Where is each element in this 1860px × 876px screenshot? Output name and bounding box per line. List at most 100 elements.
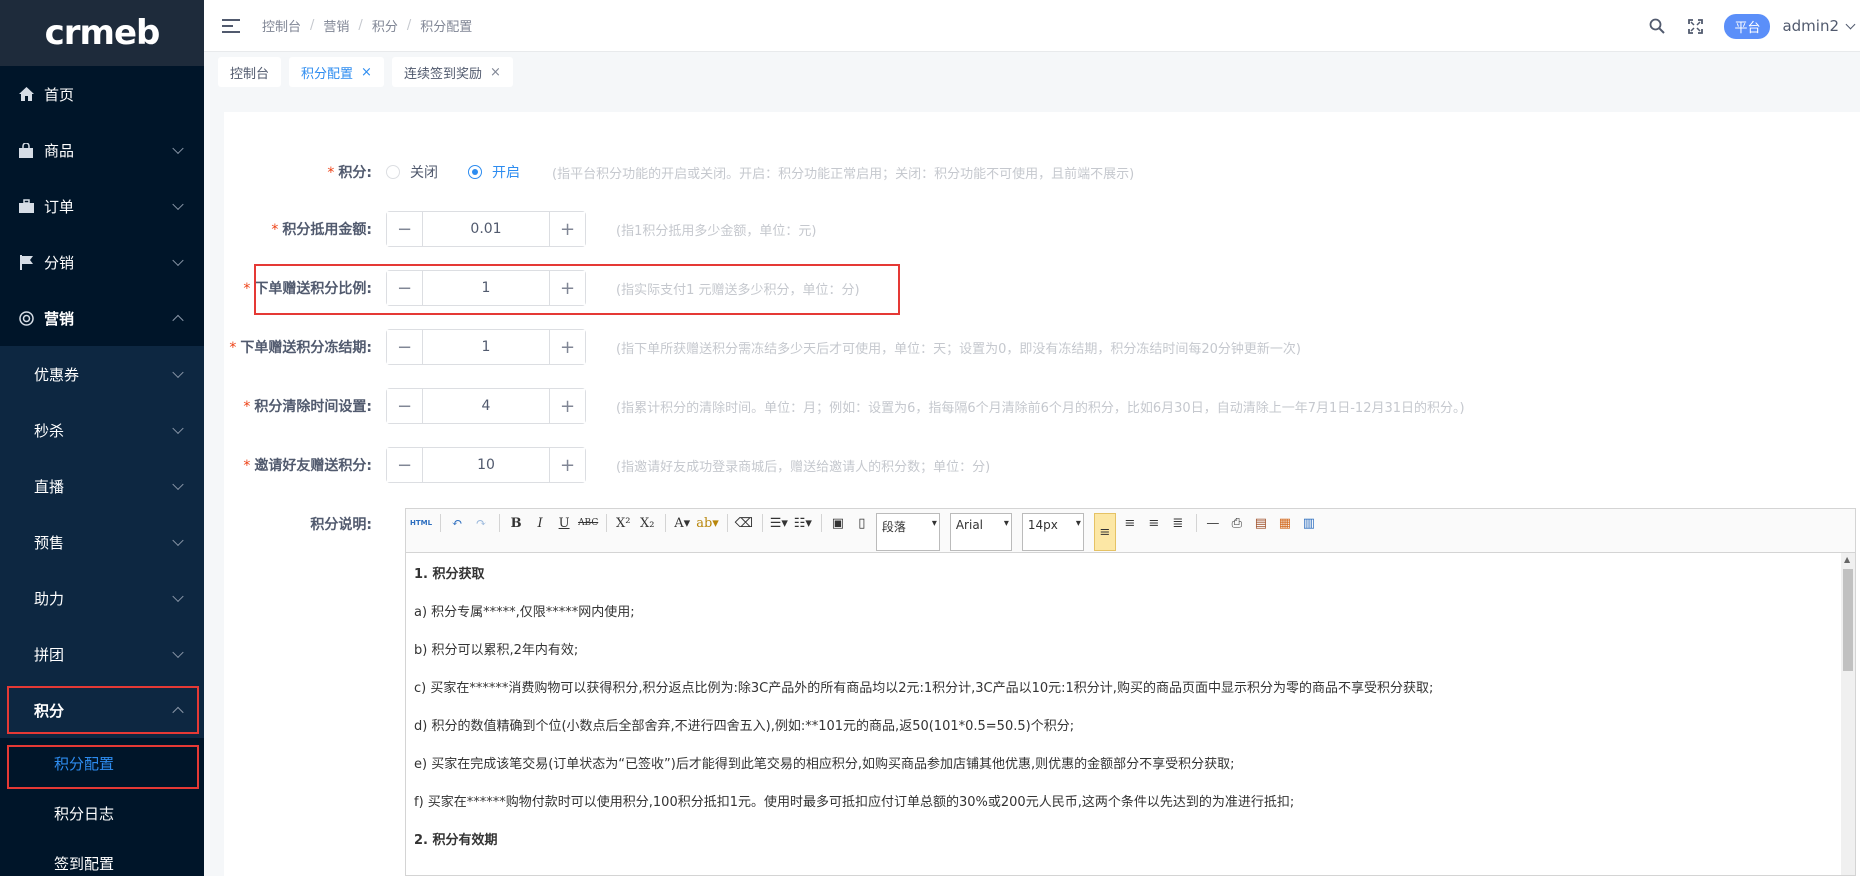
sidebar-item-group-buy[interactable]: 拼团: [0, 626, 204, 682]
user-menu[interactable]: admin2: [1782, 17, 1856, 35]
format-icon[interactable]: ▣: [828, 513, 848, 533]
breadcrumb-item[interactable]: 营销: [323, 16, 349, 35]
align-center-icon[interactable]: ≡: [1120, 513, 1140, 533]
eraser-icon[interactable]: ⌫: [734, 513, 754, 533]
username: admin2: [1782, 17, 1839, 35]
plus-button[interactable]: +: [549, 212, 585, 246]
select-value: Arial: [955, 518, 984, 532]
points-submenu: 积分配置 积分日志 签到配置: [0, 738, 204, 876]
home-icon: [18, 86, 34, 102]
breadcrumb-item[interactable]: 控制台: [262, 16, 301, 35]
top-header: 控制台 / 营销 / 积分 / 积分配置 平台 admin2: [204, 0, 1860, 52]
strikethrough-icon[interactable]: ABC: [578, 513, 598, 533]
sidebar-item-orders[interactable]: 订单: [0, 178, 204, 234]
tab-dashboard[interactable]: 控制台: [218, 57, 282, 87]
breadcrumb-item: 积分配置: [420, 20, 473, 35]
sidebar-item-marketing[interactable]: 营销: [0, 290, 204, 346]
form-hint: (指下单所获赠送积分需冻结多少天后才可使用，单位：天；设置为0，即没有冻结期，积…: [616, 341, 1301, 357]
plus-button[interactable]: +: [549, 271, 585, 305]
platform-badge[interactable]: 平台: [1724, 13, 1771, 39]
underline-icon[interactable]: U: [554, 513, 574, 533]
sidebar: crmeb 首页 商品 订单 分销 营销 优惠券 秒杀 直播 预售 助力 拼团 …: [0, 0, 204, 876]
stepper-value[interactable]: 0.01: [423, 212, 549, 246]
html-source-button[interactable]: HTML: [410, 513, 432, 533]
sidebar-item-home[interactable]: 首页: [0, 66, 204, 122]
paste-icon[interactable]: ▤: [1251, 513, 1271, 533]
close-icon[interactable]: ×: [490, 65, 501, 80]
menu-toggle-icon[interactable]: [222, 18, 240, 33]
sidebar-item-label: 积分日志: [54, 804, 115, 823]
scroll-up-icon[interactable]: ▲: [1844, 555, 1850, 564]
stepper-value[interactable]: 4: [423, 389, 549, 423]
radio-on[interactable]: 开启: [468, 162, 520, 182]
minus-button[interactable]: −: [387, 212, 423, 246]
print-icon[interactable]: ⎙: [1227, 513, 1247, 533]
radio-off[interactable]: 关闭: [386, 162, 438, 182]
flag-icon: [18, 254, 34, 270]
align-right-icon[interactable]: ≡: [1144, 513, 1164, 533]
page-icon[interactable]: ▯: [852, 513, 872, 533]
minus-button[interactable]: −: [387, 389, 423, 423]
editor-content[interactable]: 1. 积分获取 a) 积分专属*****,仅限*****网内使用; b) 积分可…: [406, 553, 1855, 875]
clear-stepper: − 4 +: [386, 388, 586, 424]
form-hint: (指实际支付1 元赠送多少积分，单位：分): [616, 282, 860, 298]
fullscreen-icon[interactable]: [1686, 17, 1704, 35]
form-row-invite: * 邀请好友赠送积分: − 10 + (指邀请好友成功登录商城后，赠送给邀请人的积…: [224, 447, 990, 483]
align-left-icon[interactable]: ≡: [1093, 513, 1116, 551]
paragraph-select[interactable]: 段落: [875, 513, 940, 551]
stepper-value[interactable]: 1: [423, 330, 549, 364]
chevron-up-icon: [172, 706, 184, 719]
stepper-value[interactable]: 10: [423, 448, 549, 482]
font-color-icon[interactable]: A▾: [672, 513, 692, 533]
freeze-stepper: − 1 +: [386, 329, 586, 365]
sidebar-item-checkin-config[interactable]: 签到配置: [0, 838, 204, 876]
superscript-icon[interactable]: X²: [613, 513, 633, 533]
align-justify-icon[interactable]: ≣: [1168, 513, 1188, 533]
editor-toolbar: HTML ↶ ↷ B I U ABC X² X₂ A▾ ab▾ ⌫ ☰▾ ☷▾ …: [406, 509, 1855, 553]
plus-button[interactable]: +: [549, 330, 585, 364]
editor-scrollbar[interactable]: ▲: [1841, 553, 1855, 875]
video-icon[interactable]: ▥: [1299, 513, 1319, 533]
italic-icon[interactable]: I: [530, 513, 550, 533]
sidebar-item-points[interactable]: 积分: [0, 682, 204, 738]
scrollbar-thumb[interactable]: [1843, 569, 1853, 671]
sidebar-item-coupons[interactable]: 优惠券: [0, 346, 204, 402]
highlight-color-icon[interactable]: ab▾: [696, 513, 719, 533]
minus-button[interactable]: −: [387, 448, 423, 482]
close-icon[interactable]: ×: [361, 65, 372, 80]
unordered-list-icon[interactable]: ☷▾: [793, 513, 813, 533]
plus-button[interactable]: +: [549, 448, 585, 482]
form-label: * 邀请好友赠送积分:: [243, 458, 372, 474]
sidebar-item-flash-sale[interactable]: 秒杀: [0, 402, 204, 458]
breadcrumb-item[interactable]: 积分: [372, 16, 398, 35]
tab-checkin-reward[interactable]: 连续签到奖励 ×: [391, 57, 513, 87]
subscript-icon[interactable]: X₂: [637, 513, 657, 533]
search-icon[interactable]: [1648, 17, 1666, 35]
font-family-select[interactable]: Arial: [949, 513, 1012, 551]
redo-icon[interactable]: ↷: [471, 513, 491, 533]
sidebar-item-distribution[interactable]: 分销: [0, 234, 204, 290]
sidebar-item-live[interactable]: 直播: [0, 458, 204, 514]
stepper-value[interactable]: 1: [423, 271, 549, 305]
form-row-description: 积分说明:: [224, 514, 386, 534]
font-size-select[interactable]: 14px: [1021, 513, 1084, 551]
ordered-list-icon[interactable]: ☰▾: [769, 513, 789, 533]
horizontal-rule-icon[interactable]: —: [1203, 513, 1223, 533]
undo-icon[interactable]: ↶: [447, 513, 467, 533]
editor-paragraph: f) 买家在******购物付款时可以使用积分,100积分抵扣1元。使用时最多可…: [414, 794, 1295, 810]
image-icon[interactable]: ▦: [1275, 513, 1295, 533]
tab-points-config[interactable]: 积分配置 ×: [289, 57, 384, 87]
minus-button[interactable]: −: [387, 271, 423, 305]
sidebar-item-assist[interactable]: 助力: [0, 570, 204, 626]
sidebar-item-presale[interactable]: 预售: [0, 514, 204, 570]
plus-button[interactable]: +: [549, 389, 585, 423]
minus-button[interactable]: −: [387, 330, 423, 364]
sidebar-item-products[interactable]: 商品: [0, 122, 204, 178]
form-label: * 积分清除时间设置:: [243, 399, 372, 415]
form-row-deduct: * 积分抵用金额: − 0.01 + (指1积分抵用多少金额，单位：元): [224, 211, 816, 247]
rich-text-editor: HTML ↶ ↷ B I U ABC X² X₂ A▾ ab▾ ⌫ ☰▾ ☷▾ …: [405, 508, 1856, 876]
sidebar-item-points-config[interactable]: 积分配置: [0, 738, 204, 788]
bold-icon[interactable]: B: [506, 513, 526, 533]
sidebar-item-points-log[interactable]: 积分日志: [0, 788, 204, 838]
sidebar-item-label: 商品: [44, 141, 75, 160]
